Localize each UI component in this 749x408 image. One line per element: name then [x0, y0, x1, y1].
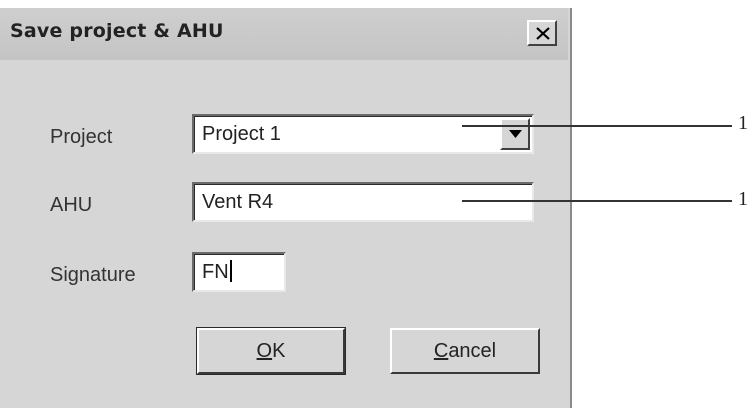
- project-select-value: Project 1: [202, 123, 281, 145]
- project-select[interactable]: Project 1: [192, 114, 534, 154]
- project-dropdown-button[interactable]: [500, 118, 530, 150]
- ahu-callout-number: 1: [738, 188, 748, 210]
- ok-mnemonic: O: [256, 340, 273, 362]
- cancel-button[interactable]: Cancel: [390, 328, 540, 374]
- dialog-title: Save project & AHU: [10, 20, 224, 42]
- ok-label-rest: K: [272, 340, 286, 362]
- close-icon: [536, 27, 550, 40]
- chevron-down-icon: [509, 130, 522, 138]
- close-button[interactable]: [527, 20, 557, 46]
- cancel-label-rest: ancel: [448, 340, 497, 362]
- ok-button[interactable]: OK: [196, 327, 346, 375]
- save-project-dialog: Save project & AHU Project Project 1 AHU…: [0, 8, 572, 408]
- cancel-mnemonic: C: [433, 340, 449, 362]
- ahu-input[interactable]: Vent R4: [192, 182, 534, 222]
- signature-input-value: FN: [202, 261, 229, 283]
- project-leader-line: [462, 125, 732, 127]
- signature-input[interactable]: FN: [192, 252, 286, 292]
- title-bar: Save project & AHU: [0, 8, 568, 60]
- ahu-label: AHU: [50, 194, 93, 216]
- signature-label: Signature: [50, 264, 136, 286]
- project-callout-number: 1: [738, 112, 748, 134]
- project-label: Project: [50, 126, 113, 148]
- ahu-leader-line: [462, 200, 732, 202]
- text-cursor: [229, 260, 232, 283]
- page: Save project & AHU Project Project 1 AHU…: [0, 0, 749, 408]
- ahu-input-value: Vent R4: [202, 191, 274, 213]
